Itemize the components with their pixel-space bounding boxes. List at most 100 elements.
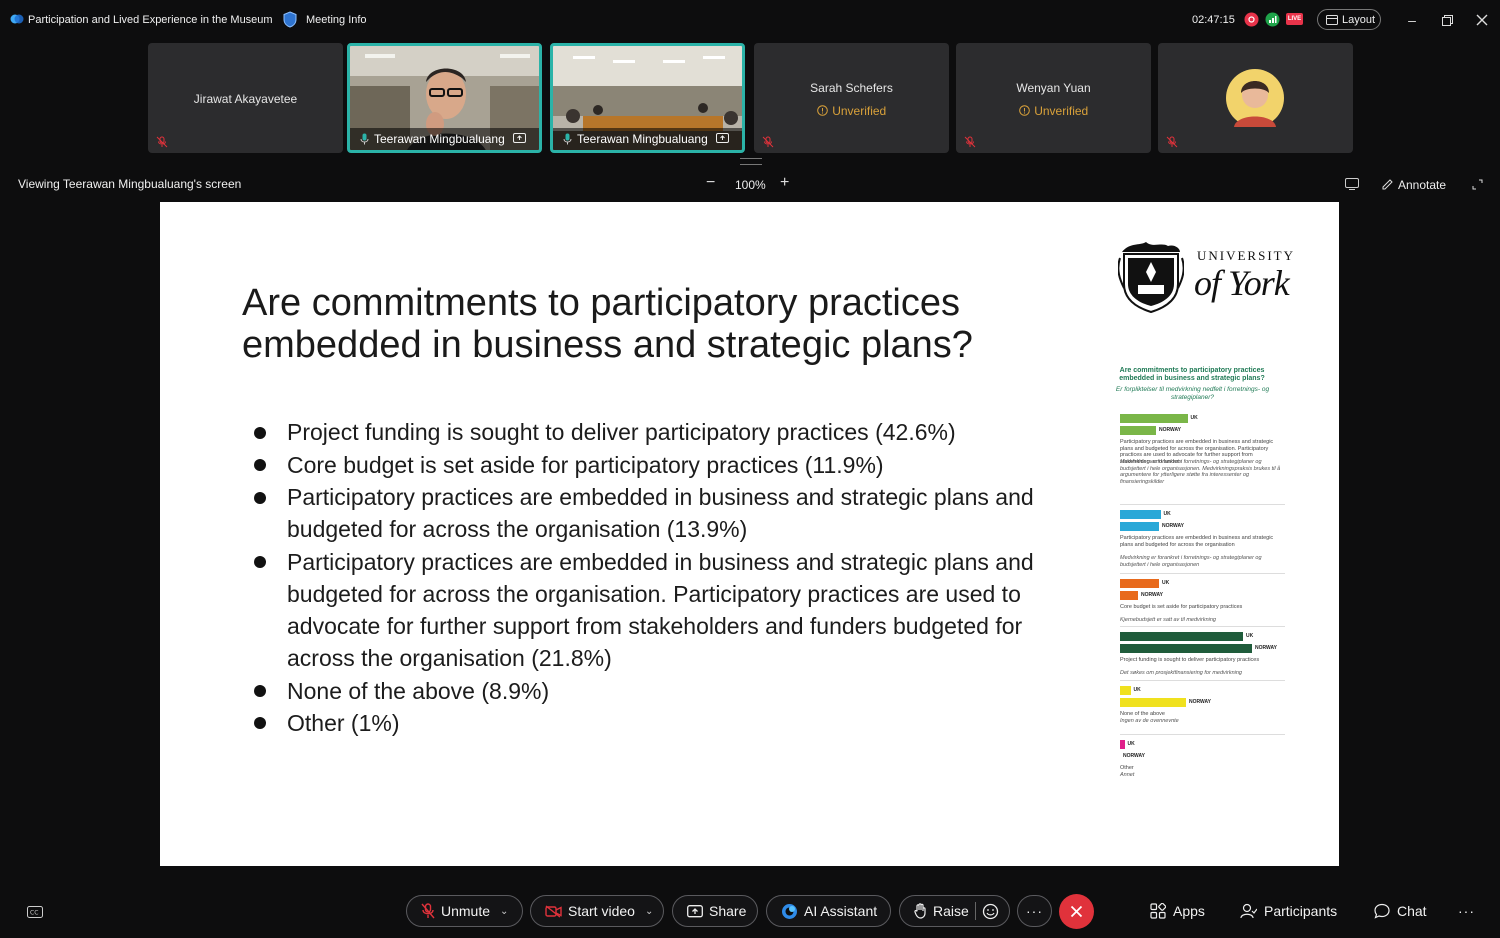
slide-title: Are commitments to participatory practic… bbox=[242, 282, 973, 366]
restore-icon[interactable] bbox=[1442, 15, 1453, 26]
mini-chart-category-label-norwegian: Annet bbox=[1120, 772, 1135, 778]
shield-icon[interactable] bbox=[283, 11, 297, 28]
mini-chart-label-norway: NORWAY bbox=[1123, 753, 1145, 759]
resize-handle[interactable] bbox=[740, 158, 762, 165]
shared-slide: Are commitments to participatory practic… bbox=[160, 202, 1339, 866]
mini-chart-bar-uk bbox=[1120, 510, 1161, 519]
ellipsis-icon: ··· bbox=[1458, 903, 1475, 919]
participant-name: Jirawat Akayavetee bbox=[193, 92, 298, 106]
mini-chart-bar-norway bbox=[1120, 591, 1138, 600]
more-menu-button[interactable]: ··· bbox=[1458, 895, 1475, 927]
apps-icon bbox=[1150, 903, 1166, 919]
layout-icon bbox=[1326, 15, 1338, 25]
reactions-icon[interactable] bbox=[982, 903, 999, 920]
mini-chart-bar-uk bbox=[1120, 579, 1159, 588]
sharing-screen-icon bbox=[716, 133, 729, 143]
recording-icon[interactable] bbox=[1244, 12, 1259, 27]
participant-tile[interactable]: Wenyan Yuan Unverified bbox=[956, 43, 1151, 153]
participant-video-tile[interactable]: Teerawan Mingbualuang bbox=[550, 43, 745, 153]
end-meeting-button[interactable] bbox=[1059, 894, 1094, 929]
participant-tile[interactable] bbox=[1158, 43, 1353, 153]
muted-mic-icon bbox=[1166, 136, 1178, 148]
mic-icon bbox=[360, 133, 369, 145]
chevron-down-icon[interactable]: ⌄ bbox=[645, 906, 653, 917]
meeting-info-link[interactable]: Meeting Info bbox=[306, 14, 367, 26]
mini-chart-label-uk: UK bbox=[1190, 415, 1198, 421]
layout-button[interactable]: Layout bbox=[1317, 9, 1381, 30]
hand-icon bbox=[914, 903, 926, 919]
muted-mic-icon bbox=[156, 136, 168, 148]
warning-icon bbox=[816, 105, 828, 116]
mini-chart-divider bbox=[1120, 680, 1285, 681]
zoom-out-button[interactable]: − bbox=[706, 174, 715, 192]
mini-chart-bar-norway bbox=[1120, 426, 1156, 435]
ai-assistant-icon bbox=[782, 903, 797, 919]
mini-chart-label-norway: NORWAY bbox=[1255, 645, 1277, 651]
mini-chart-category-label: Project funding is sought to deliver par… bbox=[1120, 657, 1260, 663]
network-stats-icon[interactable] bbox=[1265, 12, 1280, 27]
minimize-icon[interactable]: – bbox=[1401, 10, 1423, 30]
unmute-button[interactable]: Unmute ⌄ bbox=[406, 895, 523, 927]
mini-chart-label-uk: UK bbox=[1163, 511, 1171, 517]
unverified-status: Unverified bbox=[956, 102, 1151, 120]
start-video-label: Start video bbox=[568, 903, 635, 919]
mini-chart-category-label: Other bbox=[1120, 765, 1134, 771]
raise-hand-button[interactable]: Raise bbox=[899, 895, 1010, 927]
mini-chart-label-norway: NORWAY bbox=[1189, 699, 1211, 705]
unmute-label: Unmute bbox=[441, 903, 491, 919]
share-button[interactable]: Share bbox=[672, 895, 758, 927]
mini-chart-label-uk: UK bbox=[1162, 580, 1170, 586]
title-bar: Participation and Lived Experience in th… bbox=[0, 0, 1500, 40]
mini-chart-bar-norway bbox=[1120, 698, 1186, 707]
participant-tile[interactable]: Sarah Schefers Unverified bbox=[754, 43, 949, 153]
participants-icon bbox=[1240, 903, 1257, 919]
mini-chart-bar-uk bbox=[1120, 740, 1125, 749]
annotate-button[interactable]: Annotate bbox=[1398, 178, 1446, 192]
bullet-dot bbox=[254, 717, 266, 729]
participant-name: Wenyan Yuan bbox=[1016, 81, 1091, 95]
bullet-text: Participatory practices are embedded in … bbox=[287, 549, 1034, 671]
bullet-text: Other (1%) bbox=[287, 710, 400, 736]
mini-chart-title: Are commitments to participatory practic… bbox=[1119, 367, 1265, 382]
zoom-in-button[interactable]: + bbox=[780, 174, 789, 192]
fullscreen-icon[interactable] bbox=[1472, 179, 1483, 190]
participant-tile[interactable]: Jirawat Akayavetee bbox=[148, 43, 343, 153]
chat-label: Chat bbox=[1397, 903, 1427, 919]
apps-button[interactable]: Apps bbox=[1150, 895, 1205, 927]
captions-icon[interactable]: CC bbox=[27, 906, 43, 918]
muted-mic-icon bbox=[762, 136, 774, 148]
bullet-dot bbox=[254, 427, 266, 439]
bullet-text: Participatory practices are embedded in … bbox=[287, 484, 1034, 542]
participant-video-tile[interactable]: Teerawan Mingbualuang bbox=[347, 43, 542, 153]
bullet-dot bbox=[254, 492, 266, 504]
participant-name: Teerawan Mingbualuang bbox=[577, 132, 708, 146]
muted-mic-icon bbox=[964, 136, 976, 148]
participants-button[interactable]: Participants bbox=[1240, 895, 1337, 927]
chat-icon bbox=[1374, 903, 1390, 919]
bullet-text: Core budget is set aside for participato… bbox=[287, 452, 884, 478]
more-options-button[interactable]: ··· bbox=[1017, 895, 1052, 927]
ai-assistant-button[interactable]: AI Assistant bbox=[766, 895, 891, 927]
layout-label: Layout bbox=[1342, 14, 1376, 26]
annotate-pen-icon[interactable] bbox=[1382, 179, 1393, 190]
start-video-button[interactable]: Start video ⌄ bbox=[530, 895, 664, 927]
mini-chart-bar-uk bbox=[1120, 686, 1131, 695]
mini-chart-category-label-norwegian: Ingen av de ovennevnte bbox=[1120, 718, 1179, 724]
chat-button[interactable]: Chat bbox=[1374, 895, 1427, 927]
chevron-down-icon[interactable]: ⌄ bbox=[500, 906, 508, 917]
mini-chart-category-label-norwegian: Medvirkning er forankret i forretnings- … bbox=[1120, 555, 1262, 568]
mini-chart-divider bbox=[1120, 573, 1285, 574]
apps-label: Apps bbox=[1173, 903, 1205, 919]
bullet-dot bbox=[254, 459, 266, 471]
mini-chart-divider bbox=[1120, 626, 1285, 627]
video-off-icon bbox=[545, 904, 562, 918]
video-label: Teerawan Mingbualuang bbox=[350, 128, 539, 150]
divider bbox=[974, 902, 976, 920]
mini-chart-label-norway: NORWAY bbox=[1159, 427, 1181, 433]
screen-options-icon[interactable] bbox=[1345, 178, 1359, 190]
ai-assistant-label: AI Assistant bbox=[804, 903, 878, 919]
share-screen-icon bbox=[687, 904, 703, 917]
bullet-text: None of the above (8.9%) bbox=[287, 678, 550, 704]
close-icon[interactable] bbox=[1476, 14, 1488, 26]
viewing-label: Viewing Teerawan Mingbualuang's screen bbox=[18, 177, 242, 191]
